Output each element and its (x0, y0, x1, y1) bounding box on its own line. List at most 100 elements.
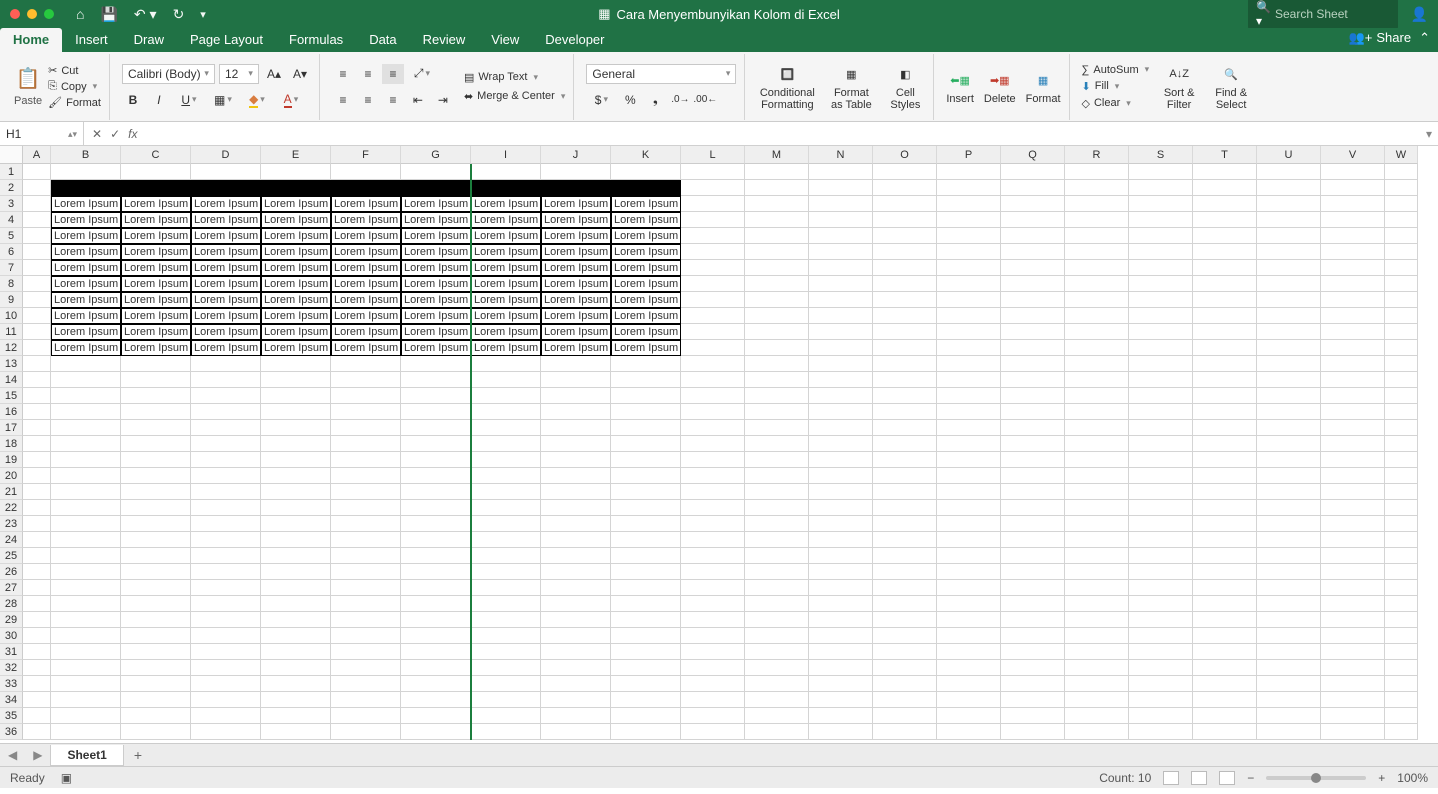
table-cell[interactable]: Lorem Ipsum (121, 276, 191, 292)
decrease-decimal-button[interactable]: .00← (694, 90, 716, 110)
row-header[interactable]: 34 (0, 692, 23, 708)
format-painter-button[interactable]: 🖌Format (48, 96, 101, 109)
table-cell[interactable]: Lorem Ipsum (261, 196, 331, 212)
minimize-window-icon[interactable] (27, 9, 37, 19)
row-header[interactable]: 18 (0, 436, 23, 452)
sheet-nav-next-icon[interactable]: ▶ (25, 748, 50, 762)
table-cell[interactable]: Lorem Ipsum (471, 212, 541, 228)
column-header[interactable]: K (611, 146, 681, 164)
table-cell[interactable]: Lorem Ipsum (331, 212, 401, 228)
table-cell[interactable]: Lorem Ipsum (261, 324, 331, 340)
table-cell[interactable]: Lorem Ipsum (541, 324, 611, 340)
row-header[interactable]: 5 (0, 228, 23, 244)
table-cell[interactable]: Lorem Ipsum (611, 196, 681, 212)
table-cell[interactable]: Lorem Ipsum (51, 212, 121, 228)
table-cell[interactable]: Lorem Ipsum (611, 340, 681, 356)
user-icon[interactable]: 👤 (1411, 6, 1428, 23)
column-header[interactable]: Q (1001, 146, 1065, 164)
table-cell[interactable]: Lorem Ipsum (541, 228, 611, 244)
cancel-formula-icon[interactable]: ✕ (92, 127, 102, 141)
cut-button[interactable]: ✂Cut (48, 64, 101, 77)
conditional-formatting-button[interactable]: 🔲 Conditional Formatting (757, 62, 817, 111)
find-select-button[interactable]: 🔍Find & Select (1211, 62, 1251, 111)
table-cell[interactable]: Lorem Ipsum (471, 244, 541, 260)
font-size-combo[interactable]: 12▾ (219, 64, 259, 84)
table-cell[interactable]: Lorem Ipsum (191, 324, 261, 340)
table-cell[interactable]: Lorem Ipsum (471, 292, 541, 308)
table-cell[interactable]: Lorem Ipsum (51, 324, 121, 340)
table-cell[interactable]: Lorem Ipsum (471, 276, 541, 292)
autosum-button[interactable]: ∑AutoSum▾ (1082, 64, 1150, 76)
row-header[interactable]: 24 (0, 532, 23, 548)
number-format-combo[interactable]: General▾ (586, 64, 736, 84)
table-cell[interactable]: Lorem Ipsum (261, 276, 331, 292)
align-bottom-button[interactable]: ≡ (382, 64, 404, 84)
zoom-slider[interactable] (1266, 776, 1366, 780)
table-cell[interactable]: Lorem Ipsum (51, 244, 121, 260)
cell-grid[interactable]: Lorem IpsumLorem IpsumLorem IpsumLorem I… (23, 164, 1438, 743)
column-header[interactable]: A (23, 146, 51, 164)
table-cell[interactable]: Lorem Ipsum (261, 228, 331, 244)
table-cell[interactable]: Lorem Ipsum (611, 292, 681, 308)
collapse-ribbon-icon[interactable]: ⌃ (1419, 30, 1430, 46)
row-header[interactable]: 6 (0, 244, 23, 260)
table-cell[interactable]: Lorem Ipsum (121, 340, 191, 356)
row-header[interactable]: 35 (0, 708, 23, 724)
search-input[interactable] (1275, 7, 1390, 21)
copy-button[interactable]: ⎘Copy▾ (48, 80, 101, 93)
align-center-button[interactable]: ≡ (357, 90, 379, 110)
row-header[interactable]: 4 (0, 212, 23, 228)
column-header[interactable]: F (331, 146, 401, 164)
row-header[interactable]: 22 (0, 500, 23, 516)
row-header[interactable]: 13 (0, 356, 23, 372)
name-box[interactable]: H1▴▾ (0, 122, 84, 145)
row-header[interactable]: 9 (0, 292, 23, 308)
table-cell[interactable]: Lorem Ipsum (51, 276, 121, 292)
undo-icon[interactable]: ↶ ▾ (134, 6, 157, 23)
tab-draw[interactable]: Draw (121, 28, 177, 52)
table-cell[interactable]: Lorem Ipsum (471, 196, 541, 212)
table-cell[interactable]: Lorem Ipsum (611, 276, 681, 292)
table-cell[interactable]: Lorem Ipsum (191, 292, 261, 308)
table-cell[interactable]: Lorem Ipsum (541, 292, 611, 308)
decrease-indent-button[interactable]: ⇤ (407, 90, 429, 110)
row-header[interactable]: 12 (0, 340, 23, 356)
percent-button[interactable]: % (619, 90, 641, 110)
zoom-out-button[interactable]: − (1247, 771, 1254, 785)
table-cell[interactable]: Lorem Ipsum (611, 244, 681, 260)
qat-customize-icon[interactable]: ▾ (200, 8, 206, 21)
row-header[interactable]: 15 (0, 388, 23, 404)
table-cell[interactable]: Lorem Ipsum (331, 308, 401, 324)
table-cell[interactable]: Lorem Ipsum (191, 212, 261, 228)
table-cell[interactable]: Lorem Ipsum (331, 324, 401, 340)
row-header[interactable]: 23 (0, 516, 23, 532)
table-cell[interactable]: Lorem Ipsum (51, 196, 121, 212)
increase-indent-button[interactable]: ⇥ (432, 90, 454, 110)
table-cell[interactable]: Lorem Ipsum (191, 228, 261, 244)
table-cell[interactable]: Lorem Ipsum (471, 308, 541, 324)
increase-decimal-button[interactable]: .0→ (669, 90, 691, 110)
table-cell[interactable]: Lorem Ipsum (191, 276, 261, 292)
row-header[interactable]: 33 (0, 676, 23, 692)
table-cell[interactable]: Lorem Ipsum (541, 244, 611, 260)
tab-formulas[interactable]: Formulas (276, 28, 356, 52)
table-cell[interactable]: Lorem Ipsum (471, 260, 541, 276)
align-middle-button[interactable]: ≡ (357, 64, 379, 84)
bold-button[interactable]: B (122, 90, 144, 110)
table-cell[interactable]: Lorem Ipsum (51, 308, 121, 324)
table-cell[interactable]: Lorem Ipsum (401, 228, 471, 244)
table-cell[interactable]: Lorem Ipsum (401, 212, 471, 228)
decrease-font-button[interactable]: A▾ (289, 64, 311, 84)
table-cell[interactable]: Lorem Ipsum (121, 244, 191, 260)
column-header[interactable]: C (121, 146, 191, 164)
table-cell[interactable]: Lorem Ipsum (401, 196, 471, 212)
table-cell[interactable]: Lorem Ipsum (331, 276, 401, 292)
table-cell[interactable]: Lorem Ipsum (121, 212, 191, 228)
row-header[interactable]: 31 (0, 644, 23, 660)
column-header[interactable]: U (1257, 146, 1321, 164)
tab-developer[interactable]: Developer (532, 28, 617, 52)
paste-button[interactable]: 📋 Paste (14, 67, 42, 107)
column-header[interactable]: W (1385, 146, 1418, 164)
borders-button[interactable]: ▦▾ (208, 90, 238, 110)
tab-home[interactable]: Home (0, 28, 62, 52)
